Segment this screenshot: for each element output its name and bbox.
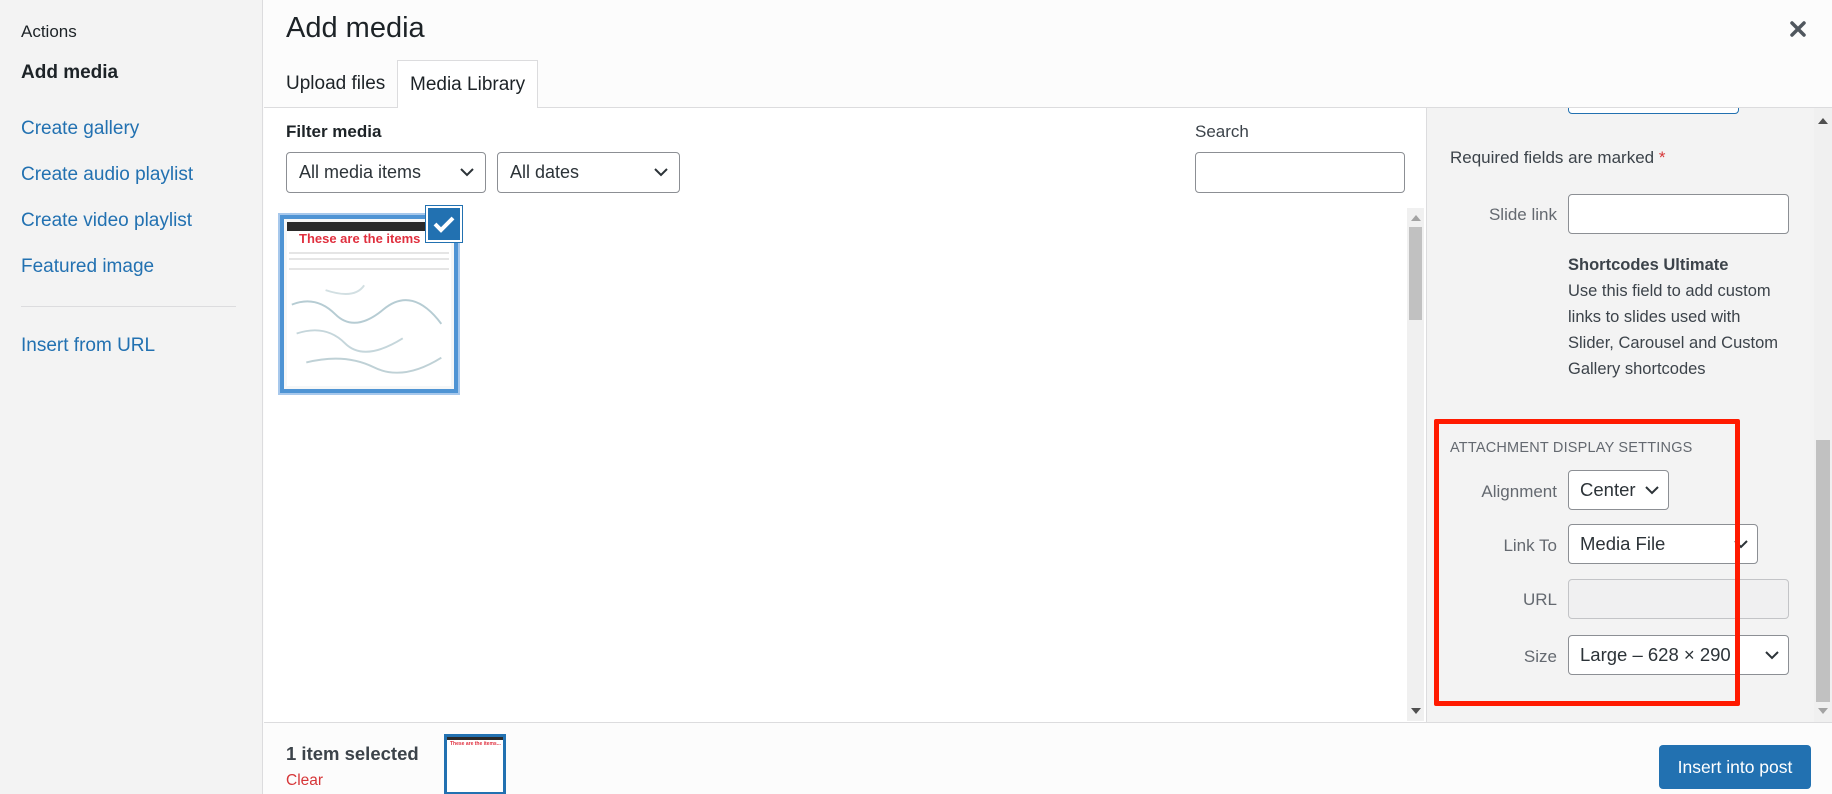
chevron-down-icon [460, 168, 474, 177]
media-library-panel: Filter media All media items All dates S… [264, 108, 1426, 722]
tab-upload-files[interactable]: Upload files [274, 60, 397, 108]
slide-link-input[interactable] [1568, 194, 1789, 234]
scroll-thumb[interactable] [1816, 440, 1830, 702]
menu-item-featured-image[interactable]: Featured image [21, 256, 154, 278]
scroll-up-arrow-icon[interactable] [1411, 215, 1421, 221]
scroll-down-arrow-icon[interactable] [1411, 708, 1421, 714]
menu-item-insert-from-url[interactable]: Insert from URL [21, 335, 155, 357]
required-note-text: Required fields are marked [1450, 148, 1655, 167]
thumb-headline: These are the items [299, 231, 421, 246]
media-type-value: All media items [299, 162, 422, 182]
required-star: * [1658, 148, 1666, 167]
close-x-icon [1790, 21, 1806, 37]
scroll-thumb[interactable] [1409, 227, 1422, 320]
mini-thumb-headline: These are the items... [450, 741, 501, 747]
checkmark-icon [433, 216, 455, 233]
selected-check-button[interactable] [426, 206, 462, 242]
highlight-box [1434, 419, 1740, 706]
scroll-down-arrow-icon[interactable] [1818, 708, 1828, 714]
sidebar-scrollbar[interactable] [1814, 108, 1832, 722]
chevron-down-icon [654, 168, 668, 177]
required-note: Required fields are marked * [1450, 148, 1665, 168]
actions-heading: Actions [21, 22, 77, 41]
plugin-description: Use this field to add custom links to sl… [1568, 282, 1779, 378]
slide-link-label: Slide link [1488, 205, 1557, 224]
media-date-value: All dates [510, 162, 580, 182]
menu-item-add-media[interactable]: Add media [21, 62, 118, 84]
thumb-image-texture [291, 284, 443, 374]
tab-media-library[interactable]: Media Library [397, 60, 539, 109]
selected-item-thumbnail[interactable]: These are the items... [444, 734, 506, 794]
selection-count: 1 item selected [286, 743, 419, 764]
mini-thumb-bar [447, 737, 503, 740]
search-input[interactable] [1195, 152, 1405, 193]
media-toolbar: 1 item selected Clear These are the item… [264, 722, 1832, 794]
insert-into-post-button[interactable]: Insert into post [1659, 745, 1811, 789]
close-button[interactable] [1783, 14, 1813, 44]
thumb-line [289, 252, 449, 254]
media-date-select[interactable]: All dates [497, 152, 680, 193]
scroll-up-arrow-icon[interactable] [1818, 118, 1828, 124]
plugin-name: Shortcodes Ultimate [1568, 256, 1729, 274]
media-type-select[interactable]: All media items [286, 152, 486, 193]
menu-item-create-video-playlist[interactable]: Create video playlist [21, 210, 192, 232]
partial-field[interactable] [1568, 108, 1739, 114]
attachment-details-sidebar: Required fields are marked * Slide link … [1426, 108, 1832, 722]
slide-link-description: Shortcodes Ultimate Use this field to ad… [1568, 252, 1788, 382]
attachment-thumbnail: These are the items [287, 222, 451, 386]
grid-scrollbar[interactable] [1407, 208, 1424, 721]
thumb-line [289, 258, 449, 260]
search-label: Search [1195, 122, 1249, 141]
chevron-down-icon [1765, 651, 1779, 660]
filter-media-label: Filter media [286, 122, 382, 141]
menu-item-create-audio-playlist[interactable]: Create audio playlist [21, 164, 193, 186]
menu-item-create-gallery[interactable]: Create gallery [21, 118, 139, 140]
media-menu: Actions Add media Create gallery Create … [0, 0, 263, 794]
menu-separator [21, 306, 236, 307]
clear-selection-link[interactable]: Clear [286, 772, 323, 790]
modal-title: Add media [286, 12, 425, 44]
